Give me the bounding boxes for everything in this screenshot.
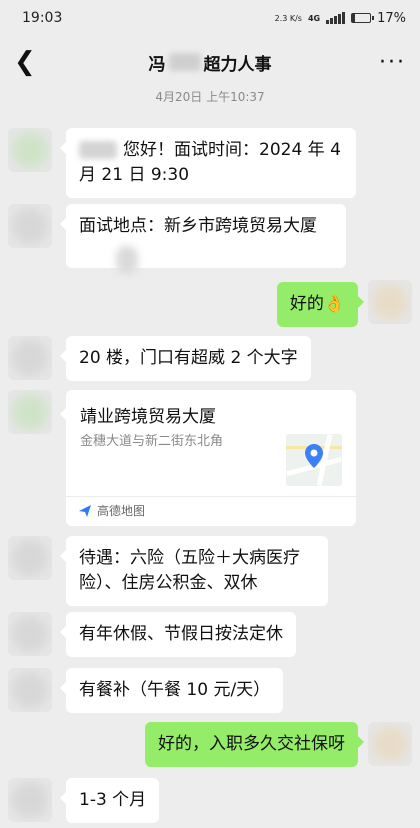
chat-timestamp: 4月20日 上午10:37 <box>155 90 265 104</box>
location-address: 金穗大道与新二街东北角 <box>80 434 224 449</box>
location-name: 靖业跨境贸易大厦 <box>80 407 216 427</box>
chat-title-suffix: 超力人事 <box>203 54 272 75</box>
ok-hand-emoji: 👌 <box>323 294 345 314</box>
message-bubble[interactable]: 有餐补（午餐 10 元/天） <box>59 668 284 713</box>
message-text: 20 楼，门口有超威 2 个大字 <box>79 348 298 368</box>
message-bubble[interactable]: 您好！面试时间：2024 年 4月 21 日 9:30 <box>60 128 356 198</box>
message-text: 有餐补（午餐 10 元/天） <box>79 680 271 700</box>
chat-header: ❮ 冯 超力人事 ··· <box>0 36 420 88</box>
message-text: 有年休假、节假日按法定休 <box>79 624 283 644</box>
contact-avatar[interactable] <box>8 612 52 656</box>
more-options-icon[interactable]: ··· <box>376 50 406 75</box>
message-text: 您好！面试时间：2024 年 4月 21 日 9:30 <box>79 140 341 185</box>
my-avatar[interactable] <box>368 722 412 766</box>
message-bubble[interactable]: 有年休假、节假日按法定休 <box>60 612 296 657</box>
message-bubble[interactable]: 20 楼，门口有超威 2 个大字 <box>60 336 311 381</box>
battery-icon <box>351 13 375 23</box>
sent-message-bubble[interactable]: 好的，入职多久交社保呀 <box>145 722 364 767</box>
contact-avatar[interactable] <box>8 778 52 822</box>
message-bubble[interactable]: 面试地点：新乡市跨境贸易大厦 <box>60 204 346 274</box>
map-thumbnail <box>286 434 342 486</box>
map-provider: 高德地图 <box>78 502 145 519</box>
contact-avatar[interactable] <box>8 390 52 434</box>
map-pin-icon <box>305 444 323 468</box>
redacted-text <box>79 141 117 159</box>
message-text: 好的，入职多久交社保呀 <box>158 734 345 754</box>
chat-title-prefix: 冯 <box>148 54 166 75</box>
contact-avatar[interactable] <box>8 128 52 172</box>
message-text: 好的 <box>289 294 324 314</box>
back-icon[interactable]: ❮ <box>14 49 44 75</box>
card-divider <box>66 496 356 497</box>
contact-avatar[interactable] <box>8 668 52 712</box>
network-speed: 2.3 K/s <box>274 13 302 23</box>
message-text: 1-3 个月 <box>79 790 147 810</box>
map-provider-label: 高德地图 <box>97 504 146 518</box>
sent-message-bubble[interactable]: 好的👌 <box>276 282 365 327</box>
contact-avatar[interactable] <box>8 536 52 580</box>
redacted-name <box>168 53 201 71</box>
message-text: 待遇：六险（五险＋大病医疗险）、住房公积金、双休 <box>79 548 300 593</box>
message-bubble[interactable]: 待遇：六险（五险＋大病医疗险）、住房公积金、双休 <box>60 536 328 606</box>
contact-avatar[interactable] <box>8 336 52 380</box>
status-time: 19:03 <box>22 10 63 26</box>
redacted-blob <box>116 246 138 274</box>
network-type: 4G <box>307 13 321 23</box>
status-icons: 2.3 K/s 4G 17% <box>275 11 406 26</box>
battery-percent: 17% <box>377 10 406 26</box>
chat-title: 冯 超力人事 <box>149 50 272 75</box>
my-avatar[interactable] <box>368 280 412 324</box>
signal-icon <box>326 12 346 24</box>
status-bar: 19:03 2.3 K/s 4G 17% <box>0 0 420 36</box>
contact-avatar[interactable] <box>8 204 52 248</box>
location-card[interactable]: 靖业跨境贸易大厦 金穗大道与新二街东北角 高德地图 <box>60 390 356 526</box>
message-text: 面试地点：新乡市跨境贸易大厦 <box>79 216 317 236</box>
amap-logo-icon <box>79 504 91 517</box>
message-bubble[interactable]: 1-3 个月 <box>59 778 160 823</box>
